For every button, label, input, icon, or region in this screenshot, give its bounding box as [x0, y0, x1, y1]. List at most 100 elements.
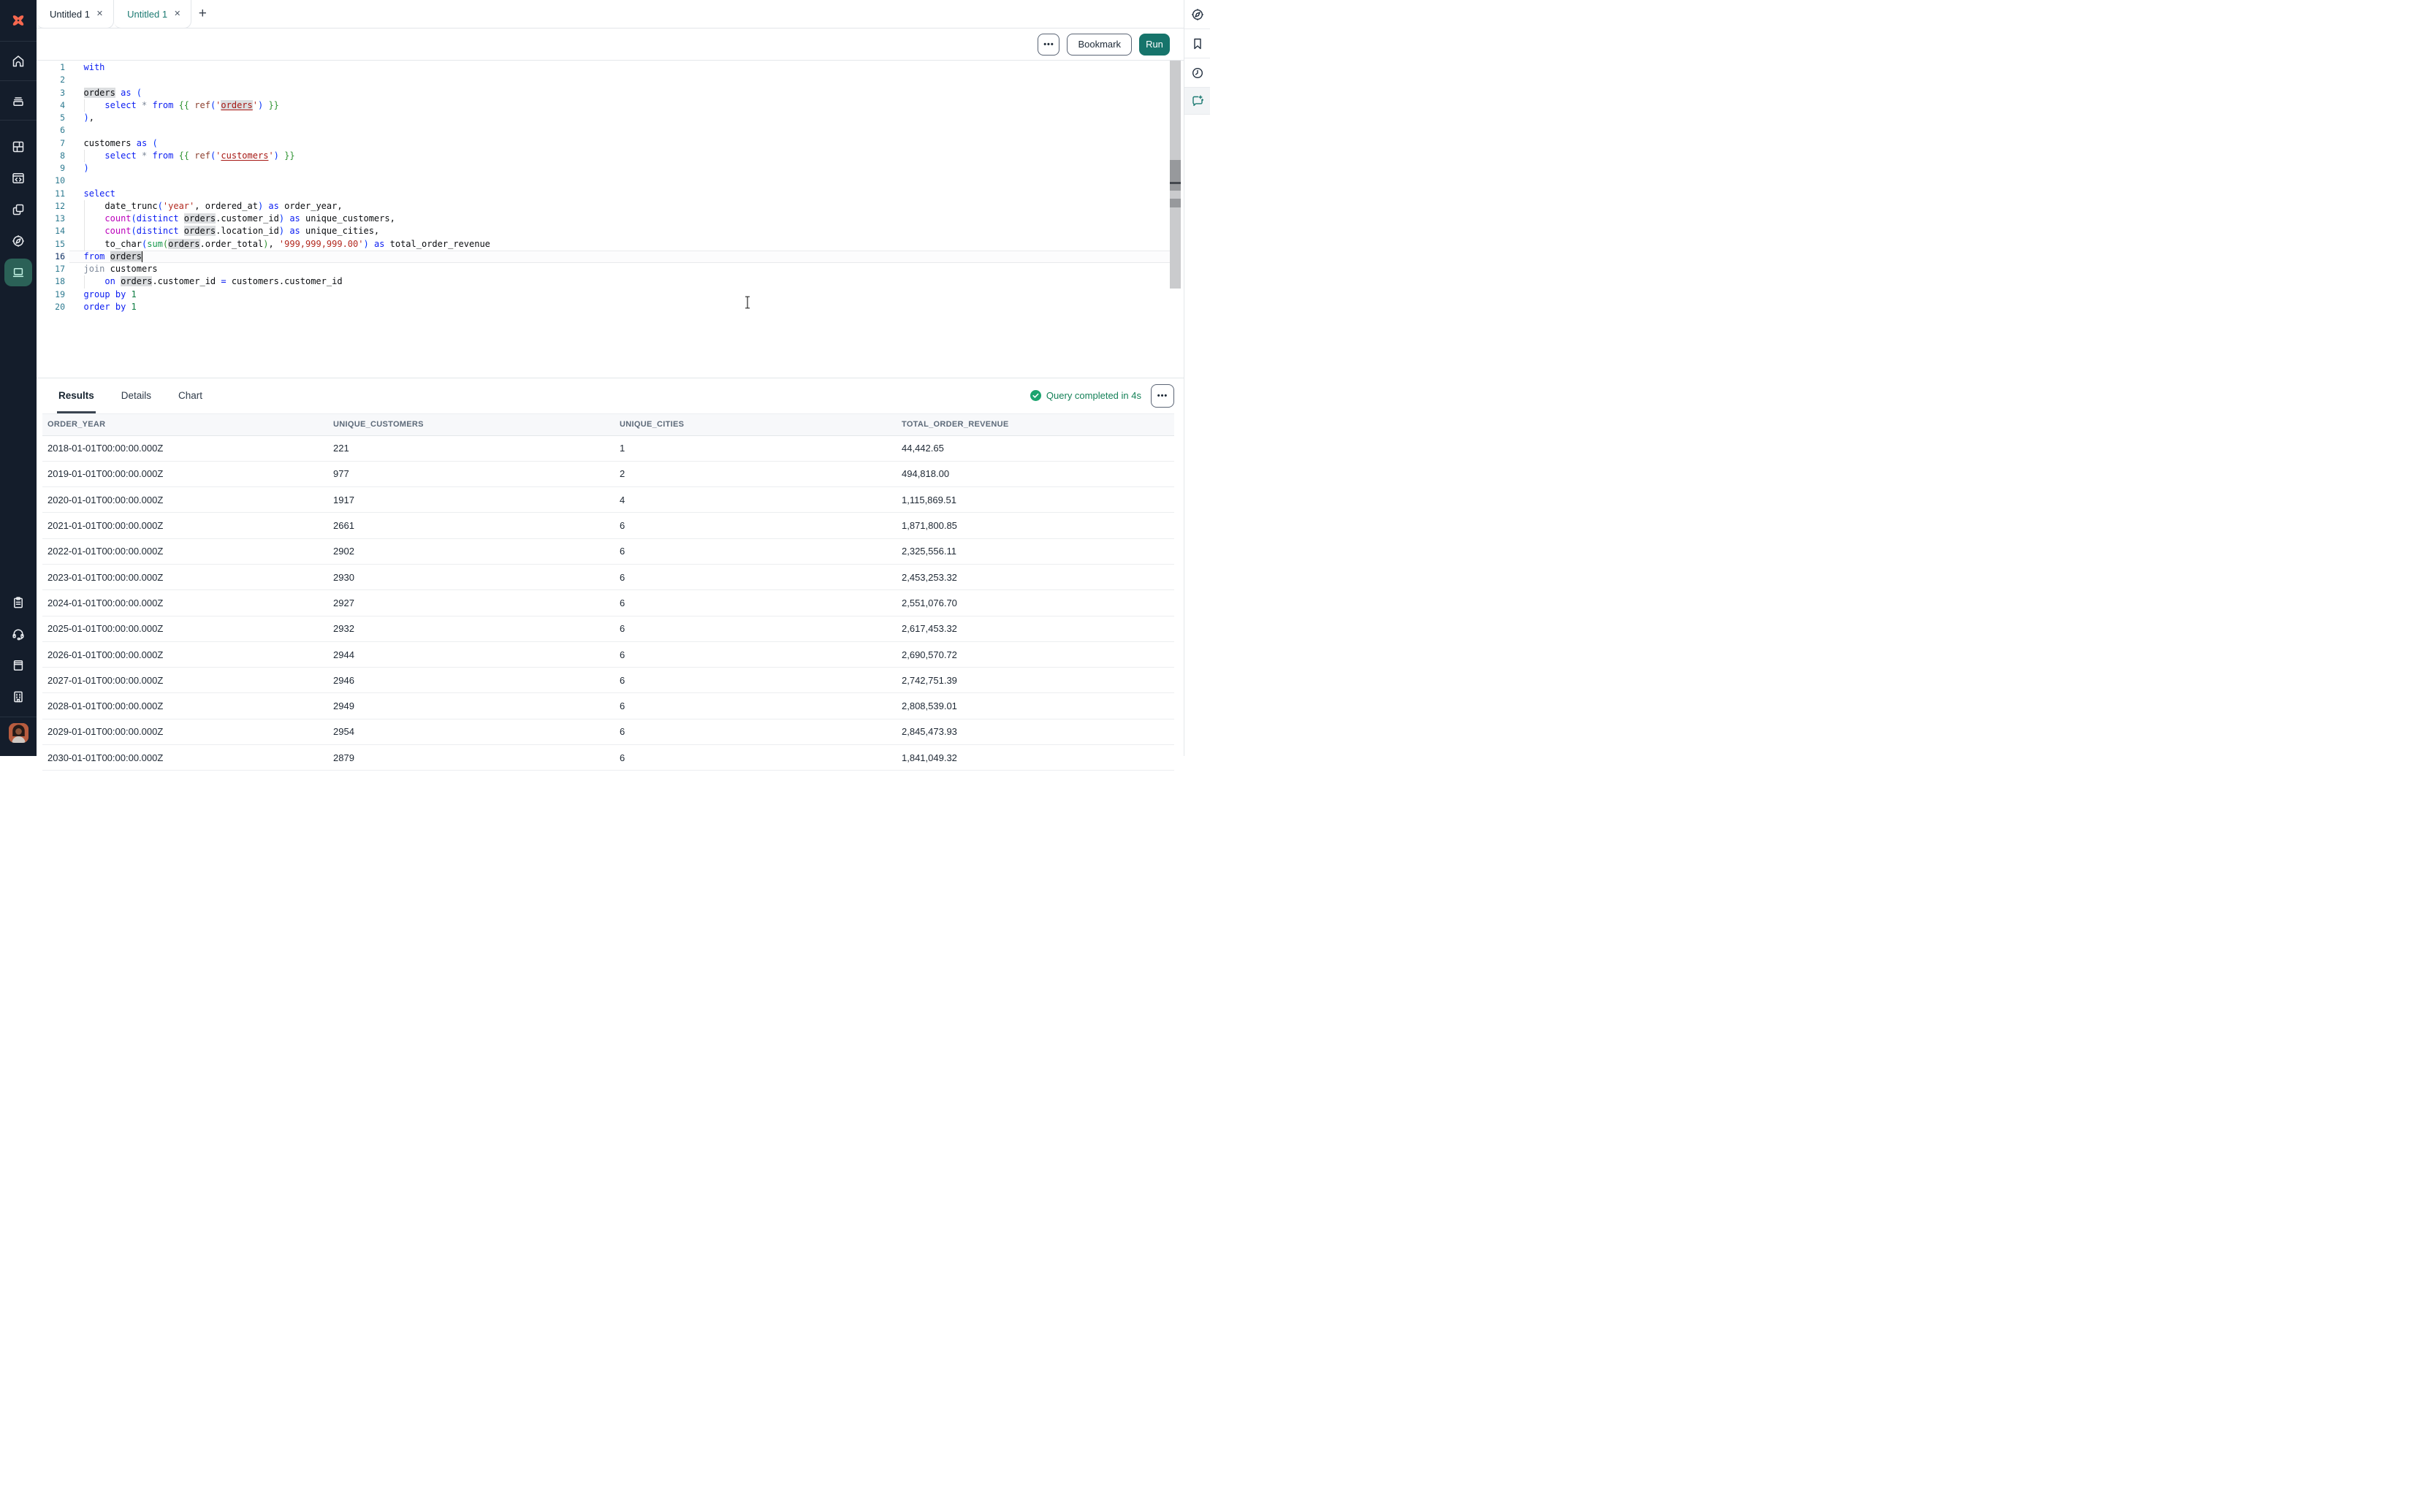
new-tab-button[interactable]: + [191, 0, 213, 28]
code-line-2[interactable] [84, 74, 1170, 86]
sidebar-item-home[interactable] [0, 42, 37, 81]
sidebar-item-apps-grid[interactable] [0, 131, 37, 162]
run-button[interactable]: Run [1139, 34, 1170, 56]
tab-details[interactable]: Details [121, 378, 151, 413]
sidebar-item-support[interactable] [0, 618, 37, 649]
code-line-16[interactable]: from orders [84, 251, 1170, 263]
sql-editor[interactable]: 1234567891011121314151617181920 withorde… [37, 61, 1184, 378]
rail-item-ai-chat[interactable] [1184, 88, 1210, 115]
code-line-8[interactable]: select * from {{ ref('customers') }} [84, 150, 1170, 162]
code-line-12[interactable]: date_trunc('year', ordered_at) as order_… [84, 200, 1170, 213]
sidebar-item-organization[interactable] [0, 681, 37, 712]
table-cell: 221 [328, 443, 614, 454]
rail-item-explore[interactable] [1184, 0, 1210, 29]
tab-chart[interactable]: Chart [178, 378, 202, 413]
code-line-20[interactable]: order by 1 [84, 301, 1170, 313]
table-cell: 1,871,800.85 [897, 520, 1175, 531]
code-line-5[interactable]: ), [84, 112, 1170, 124]
indent-guide [84, 275, 85, 288]
home-icon [11, 54, 26, 69]
rail-item-history[interactable] [1184, 58, 1210, 88]
query-status: Query completed in 4s [1030, 378, 1141, 413]
table-cell: 2028-01-01T00:00:00.000Z [42, 700, 328, 711]
code-line-7[interactable]: customers as ( [84, 137, 1170, 150]
code-line-14[interactable]: count(distinct orders.location_id) as un… [84, 225, 1170, 237]
clock-icon [1190, 66, 1205, 80]
close-icon[interactable]: ✕ [96, 10, 103, 18]
code-line-15[interactable]: to_char(sum(orders.order_total), '999,99… [84, 238, 1170, 251]
table-cell: 2,453,253.32 [897, 572, 1175, 583]
table-row: 2018-01-01T00:00:00.000Z221144,442.65 [42, 436, 1175, 462]
table-row: 2030-01-01T00:00:00.000Z287961,841,049.3… [42, 745, 1175, 771]
table-cell: 2030-01-01T00:00:00.000Z [42, 752, 328, 763]
code-line-11[interactable]: select [84, 188, 1170, 200]
code-window-icon [11, 171, 26, 186]
sidebar-item-stack[interactable] [0, 81, 37, 121]
bookmark-button[interactable]: Bookmark [1067, 34, 1132, 56]
column-header-total-order-revenue: TOTAL_ORDER_REVENUE [897, 420, 1175, 429]
table-header-row: ORDER_YEAR UNIQUE_CUSTOMERS UNIQUE_CITIE… [42, 413, 1175, 436]
indent-guide [84, 225, 85, 237]
tab-untitled-1-active[interactable]: Untitled 1 ✕ [37, 0, 114, 28]
table-row: 2021-01-01T00:00:00.000Z266161,871,800.8… [42, 513, 1175, 538]
table-cell: 2944 [328, 649, 614, 660]
table-cell: 1 [614, 443, 897, 454]
tab-results[interactable]: Results [58, 378, 94, 413]
bookmark-icon [1190, 37, 1205, 51]
table-cell: 2949 [328, 700, 614, 711]
sidebar-user-avatar[interactable] [0, 723, 37, 743]
table-row: 2027-01-01T00:00:00.000Z294662,742,751.3… [42, 668, 1175, 693]
indent-guide [84, 99, 85, 112]
table-cell: 2026-01-01T00:00:00.000Z [42, 649, 328, 660]
code-line-1[interactable]: with [84, 61, 1170, 74]
tab-untitled-1[interactable]: Untitled 1 ✕ [114, 0, 191, 28]
sidebar-item-branches[interactable] [0, 194, 37, 225]
more-options-button[interactable]: ••• [1038, 34, 1059, 56]
app-logo[interactable] [0, 0, 37, 42]
table-cell: 2,845,473.93 [897, 726, 1175, 737]
scrollbar-thumb-2[interactable] [1170, 199, 1181, 207]
indent-guide [84, 200, 85, 213]
code-line-13[interactable]: count(distinct orders.customer_id) as un… [84, 213, 1170, 225]
table-cell: 2 [614, 468, 897, 479]
tab-label: Untitled 1 [50, 9, 90, 20]
table-cell: 2,808,539.01 [897, 700, 1175, 711]
code-line-19[interactable]: group by 1 [84, 289, 1170, 301]
scrollbar-thumb[interactable] [1170, 160, 1181, 191]
table-cell: 1,841,049.32 [897, 752, 1175, 763]
text-caret [142, 251, 143, 262]
table-cell: 2932 [328, 623, 614, 634]
sidebar-item-code-editor[interactable] [0, 162, 37, 194]
table-cell: 2879 [328, 752, 614, 763]
check-circle-icon [1030, 390, 1041, 401]
table-cell: 494,818.00 [897, 468, 1175, 479]
sidebar-item-explore[interactable] [0, 225, 37, 256]
table-cell: 2020-01-01T00:00:00.000Z [42, 495, 328, 505]
right-rail [1184, 0, 1210, 756]
code-content[interactable]: with orders as ( select * from {{ ref('or… [84, 61, 1170, 313]
code-line-9[interactable]: ) [84, 162, 1170, 175]
table-cell: 6 [614, 546, 897, 557]
table-cell: 6 [614, 649, 897, 660]
table-row: 2028-01-01T00:00:00.000Z294962,808,539.0… [42, 693, 1175, 719]
code-line-6[interactable] [84, 124, 1170, 137]
table-cell: 6 [614, 572, 897, 583]
code-line-18[interactable]: on orders.customer_id = customers.custom… [84, 275, 1170, 288]
main-area: Untitled 1 ✕ Untitled 1 ✕ + ••• Bookmark… [37, 0, 1184, 756]
close-icon[interactable]: ✕ [174, 10, 180, 18]
code-line-17[interactable]: join customers [84, 263, 1170, 275]
code-line-3[interactable]: orders as ( [84, 87, 1170, 99]
code-line-10[interactable] [84, 175, 1170, 187]
table-row: 2024-01-01T00:00:00.000Z292762,551,076.7… [42, 590, 1175, 616]
results-more-options-button[interactable]: ••• [1151, 384, 1174, 408]
column-header-order-year: ORDER_YEAR [42, 420, 328, 429]
editor-scrollbar[interactable] [1170, 61, 1181, 289]
sidebar-item-terminal-active[interactable] [0, 256, 37, 288]
code-line-4[interactable]: select * from {{ ref('orders') }} [84, 99, 1170, 112]
column-header-unique-cities: UNIQUE_CITIES [614, 420, 897, 429]
table-cell: 2,551,076.70 [897, 597, 1175, 608]
avatar-image [9, 723, 28, 743]
rail-item-bookmarks[interactable] [1184, 29, 1210, 58]
sidebar-item-changelog[interactable] [0, 587, 37, 618]
sidebar-item-docs[interactable] [0, 649, 37, 681]
